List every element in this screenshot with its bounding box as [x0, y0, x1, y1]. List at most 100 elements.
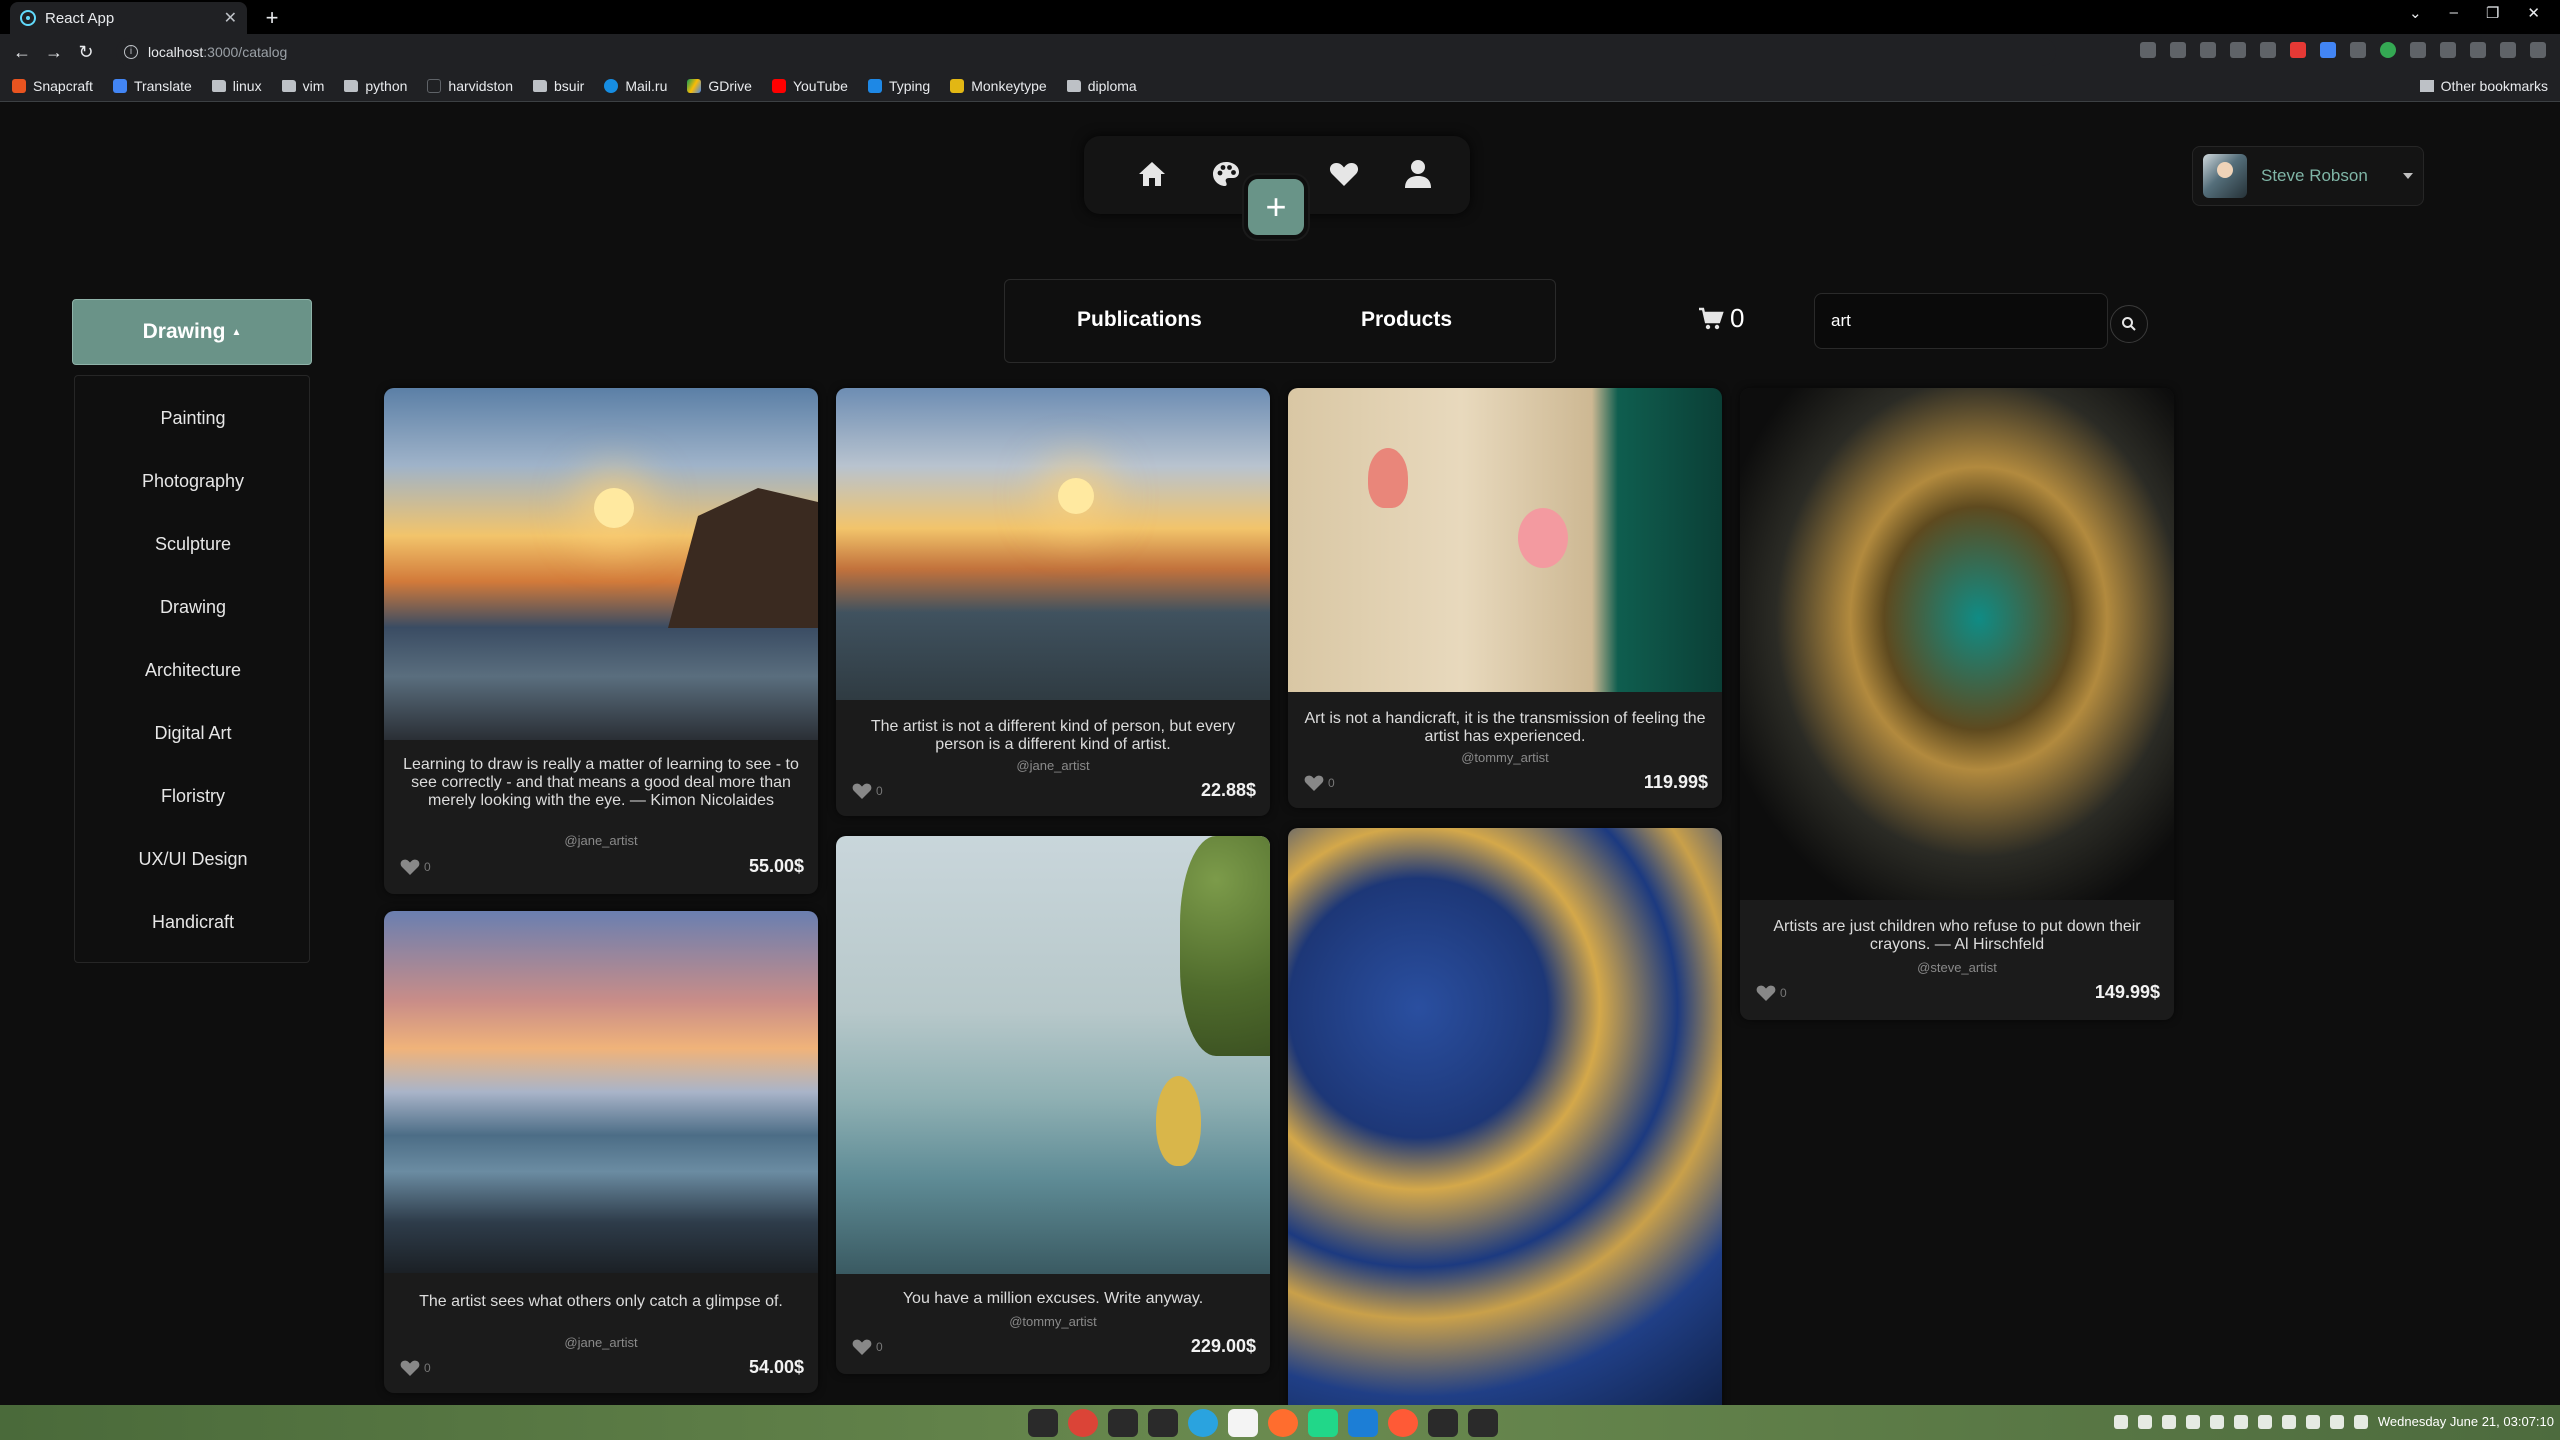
search-button[interactable] — [2110, 305, 2148, 343]
side-panel-icon[interactable] — [2470, 42, 2486, 58]
publication-card[interactable] — [1288, 828, 1722, 1405]
site-info-icon[interactable]: i — [124, 45, 138, 59]
category-item[interactable]: Handicraft — [75, 912, 311, 933]
like-button[interactable]: 0 — [852, 782, 883, 800]
publication-card[interactable]: Learning to draw is really a matter of l… — [384, 388, 818, 894]
bookmark[interactable]: Snapcraft — [12, 78, 93, 94]
publication-card[interactable]: Art is not a handicraft, it is the trans… — [1288, 388, 1722, 808]
bookmark[interactable]: Monkeytype — [950, 78, 1047, 94]
firefox-app-icon[interactable] — [1388, 1409, 1418, 1437]
menu-kebab-icon[interactable] — [2530, 42, 2546, 58]
extension-icon[interactable] — [2290, 42, 2306, 58]
tray-icon[interactable] — [2209, 1414, 2224, 1429]
clock[interactable]: Wednesday June 21, 03:07:10 — [2378, 1414, 2554, 1429]
extension-icon[interactable] — [2410, 42, 2426, 58]
files-app-icon[interactable] — [1428, 1409, 1458, 1437]
maximize-icon[interactable]: ❐ — [2486, 4, 2499, 22]
wifi-icon[interactable] — [2305, 1414, 2320, 1429]
like-button[interactable]: 0 — [400, 1359, 431, 1377]
postman-app-icon[interactable] — [1268, 1409, 1298, 1437]
card-author[interactable]: @jane_artist — [384, 833, 818, 848]
close-window-icon[interactable]: ✕ — [2527, 4, 2540, 22]
minimize-icon[interactable]: – — [2450, 4, 2458, 22]
tab-search-icon[interactable]: ⌄ — [2409, 4, 2422, 22]
like-button[interactable]: 0 — [1756, 984, 1787, 1002]
bookmark[interactable]: Typing — [867, 78, 930, 94]
translate-extension-icon[interactable] — [2320, 42, 2336, 58]
add-publication-button[interactable]: + — [1244, 175, 1308, 239]
category-item[interactable]: Digital Art — [75, 723, 311, 744]
bookmark-folder[interactable]: vim — [281, 78, 324, 94]
category-item[interactable]: Photography — [75, 471, 311, 492]
publication-card[interactable]: Artists are just children who refuse to … — [1740, 388, 2174, 1020]
bookmark-folder[interactable]: linux — [211, 78, 262, 94]
new-tab-button[interactable]: + — [258, 4, 286, 32]
telegram-app-icon[interactable] — [1188, 1409, 1218, 1437]
bookmark-folder[interactable]: python — [344, 78, 407, 94]
extension-icon[interactable] — [2260, 42, 2276, 58]
screenshot-app-icon[interactable] — [1468, 1409, 1498, 1437]
tab-products[interactable]: Products — [1361, 308, 1452, 332]
battery-icon[interactable] — [2353, 1414, 2368, 1429]
tray-icon[interactable] — [2185, 1414, 2200, 1429]
card-author[interactable]: @tommy_artist — [1288, 750, 1722, 765]
category-dropdown-button[interactable]: Drawing ▲ — [72, 299, 312, 365]
pycharm-app-icon[interactable] — [1308, 1409, 1338, 1437]
bookmark-star-icon[interactable] — [2230, 42, 2246, 58]
publication-card[interactable]: The artist sees what others only catch a… — [384, 911, 818, 1393]
share-icon[interactable] — [2200, 42, 2216, 58]
terminal-app-icon[interactable] — [1108, 1409, 1138, 1437]
bookmark-folder[interactable]: bsuir — [533, 78, 584, 94]
volume-icon[interactable] — [2329, 1414, 2344, 1429]
card-author[interactable]: @steve_artist — [1740, 960, 2174, 975]
bookmark[interactable]: Translate — [112, 78, 192, 94]
extension-icon[interactable] — [2350, 42, 2366, 58]
back-icon[interactable]: ← — [6, 42, 38, 63]
forward-icon[interactable]: → — [38, 42, 70, 63]
menu-app-icon[interactable] — [1028, 1409, 1058, 1437]
camera-tray-icon[interactable] — [2137, 1414, 2152, 1429]
category-item[interactable]: Architecture — [75, 660, 311, 681]
heart-icon[interactable] — [1328, 158, 1360, 190]
chrome-tray-icon[interactable] — [2113, 1414, 2128, 1429]
telegram-tray-icon[interactable] — [2161, 1414, 2176, 1429]
user-icon[interactable] — [1402, 158, 1434, 190]
extension-icon[interactable] — [2380, 42, 2396, 58]
bookmark-folder[interactable]: diploma — [1066, 78, 1137, 94]
user-menu[interactable]: Steve Robson — [2192, 146, 2424, 206]
other-bookmarks[interactable]: Other bookmarks — [2419, 78, 2548, 94]
cart-button[interactable]: 0 — [1698, 303, 1744, 334]
publication-card[interactable]: You have a million excuses. Write anyway… — [836, 836, 1270, 1374]
bookmark[interactable]: GDrive — [687, 78, 752, 94]
search-input[interactable] — [1814, 293, 2108, 349]
reload-icon[interactable]: ↻ — [70, 42, 102, 63]
home-icon[interactable] — [1136, 158, 1168, 190]
card-author[interactable]: @jane_artist — [836, 758, 1270, 773]
notion-app-icon[interactable] — [1228, 1409, 1258, 1437]
chrome-app-icon[interactable] — [1068, 1409, 1098, 1437]
like-button[interactable]: 0 — [400, 858, 431, 876]
bookmark[interactable]: harvidston — [427, 78, 513, 94]
category-item[interactable]: Drawing — [75, 597, 311, 618]
bookmark[interactable]: YouTube — [771, 78, 848, 94]
category-item[interactable]: Sculpture — [75, 534, 311, 555]
postgres-app-icon[interactable] — [1148, 1409, 1178, 1437]
address-bar[interactable]: i localhost:3000/catalog — [116, 38, 2056, 66]
tab-publications[interactable]: Publications — [1077, 308, 1202, 332]
category-item[interactable]: Floristry — [75, 786, 311, 807]
like-button[interactable]: 0 — [852, 1338, 883, 1356]
bookmark[interactable]: Mail.ru — [604, 78, 667, 94]
install-app-icon[interactable] — [2140, 42, 2156, 58]
card-author[interactable]: @jane_artist — [384, 1335, 818, 1350]
tray-icon[interactable] — [2257, 1414, 2272, 1429]
palette-icon[interactable] — [1210, 158, 1242, 190]
publication-card[interactable]: The artist is not a different kind of pe… — [836, 388, 1270, 816]
vscode-app-icon[interactable] — [1348, 1409, 1378, 1437]
zoom-icon[interactable] — [2170, 42, 2186, 58]
browser-tab[interactable]: React App ✕ — [10, 2, 247, 34]
puzzle-icon[interactable] — [2440, 42, 2456, 58]
shield-tray-icon[interactable] — [2233, 1414, 2248, 1429]
category-item[interactable]: Painting — [75, 408, 311, 429]
category-item[interactable]: UX/UI Design — [75, 849, 311, 870]
profile-icon[interactable] — [2500, 42, 2516, 58]
